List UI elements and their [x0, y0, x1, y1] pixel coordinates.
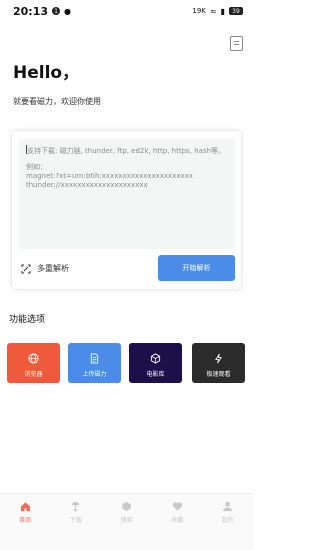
nav-label: 我的	[221, 517, 234, 524]
multi-parse-toggle[interactable]: 多重解析	[21, 263, 69, 274]
tile-label: 电影库	[146, 371, 165, 378]
document-icon	[89, 353, 100, 364]
tile-label: 浏览器	[24, 371, 43, 378]
nav-item-favorites[interactable]: 收藏	[152, 494, 203, 550]
nav-item-profile[interactable]: 我的	[202, 494, 253, 550]
nav-label: 下载	[69, 517, 82, 524]
nav-item-search[interactable]: 搜索	[101, 494, 152, 550]
placeholder-line: magnet:?xt=urn:btih:xxxxxxxxxxxxxxxxxxxx…	[26, 172, 193, 180]
notification-badge-icon: 1	[52, 7, 61, 15]
link-input-field[interactable]: 支持下载: 磁力链, thunder, ftp, ed2k, http, htt…	[19, 139, 235, 249]
page-title: Hello，	[13, 63, 80, 83]
start-parse-button[interactable]: 开始解析	[158, 255, 235, 281]
functions-section-title: 功能选项	[9, 315, 46, 325]
movie-library-tile[interactable]: 电影库	[129, 343, 182, 383]
signal-icon: ▮	[220, 6, 225, 16]
page-subtitle: 就要看磁力，欢迎你使用	[13, 97, 101, 106]
user-icon	[222, 501, 233, 512]
browser-tile[interactable]: 浏览器	[7, 343, 60, 383]
tile-label: 极速观看	[206, 371, 231, 378]
lightning-icon	[213, 353, 224, 364]
network-speed: 19K	[192, 7, 206, 15]
home-icon	[20, 501, 31, 512]
multi-parse-label: 多重解析	[37, 264, 69, 273]
tile-label: 上传磁力	[82, 371, 107, 378]
cube-icon	[150, 353, 161, 364]
nav-item-download[interactable]: 下载	[51, 494, 102, 550]
status-time: 20:13	[13, 4, 49, 18]
placeholder-line: 例如：	[26, 163, 47, 171]
link-input-card: 支持下载: 磁力链, thunder, ftp, ed2k, http, htt…	[12, 131, 241, 289]
download-icon	[70, 501, 81, 512]
heart-icon	[172, 501, 183, 512]
globe-icon	[28, 353, 39, 364]
status-bar-right: 19K ≈ ▮ 39	[192, 7, 243, 16]
scan-icon	[21, 264, 31, 274]
wifi-icon: ≈	[209, 6, 217, 16]
fast-watch-tile[interactable]: 极速观看	[192, 343, 245, 383]
status-bar-left: 20:13 1 ●	[13, 5, 71, 18]
placeholder-gap	[26, 156, 230, 163]
nav-label: 收藏	[171, 517, 184, 524]
status-bar: 20:13 1 ● 19K ≈ ▮ 39	[0, 0, 253, 22]
upload-magnet-tile[interactable]: 上传磁力	[68, 343, 121, 383]
battery-icon: 39	[229, 7, 243, 15]
bottom-nav: 首页 下载 搜索 收藏 我的	[0, 493, 253, 550]
nav-label: 首页	[19, 517, 32, 524]
nav-label: 搜索	[120, 517, 133, 524]
placeholder-line: 支持下载: 磁力链, thunder, ftp, ed2k, http, htt…	[26, 145, 225, 155]
placeholder-line: thunder://xxxxxxxxxxxxxxxxxxxxx	[26, 181, 148, 189]
history-icon[interactable]	[230, 36, 243, 51]
nav-item-home[interactable]: 首页	[0, 494, 51, 550]
person-icon: ●	[64, 6, 71, 16]
search-icon	[121, 501, 132, 512]
